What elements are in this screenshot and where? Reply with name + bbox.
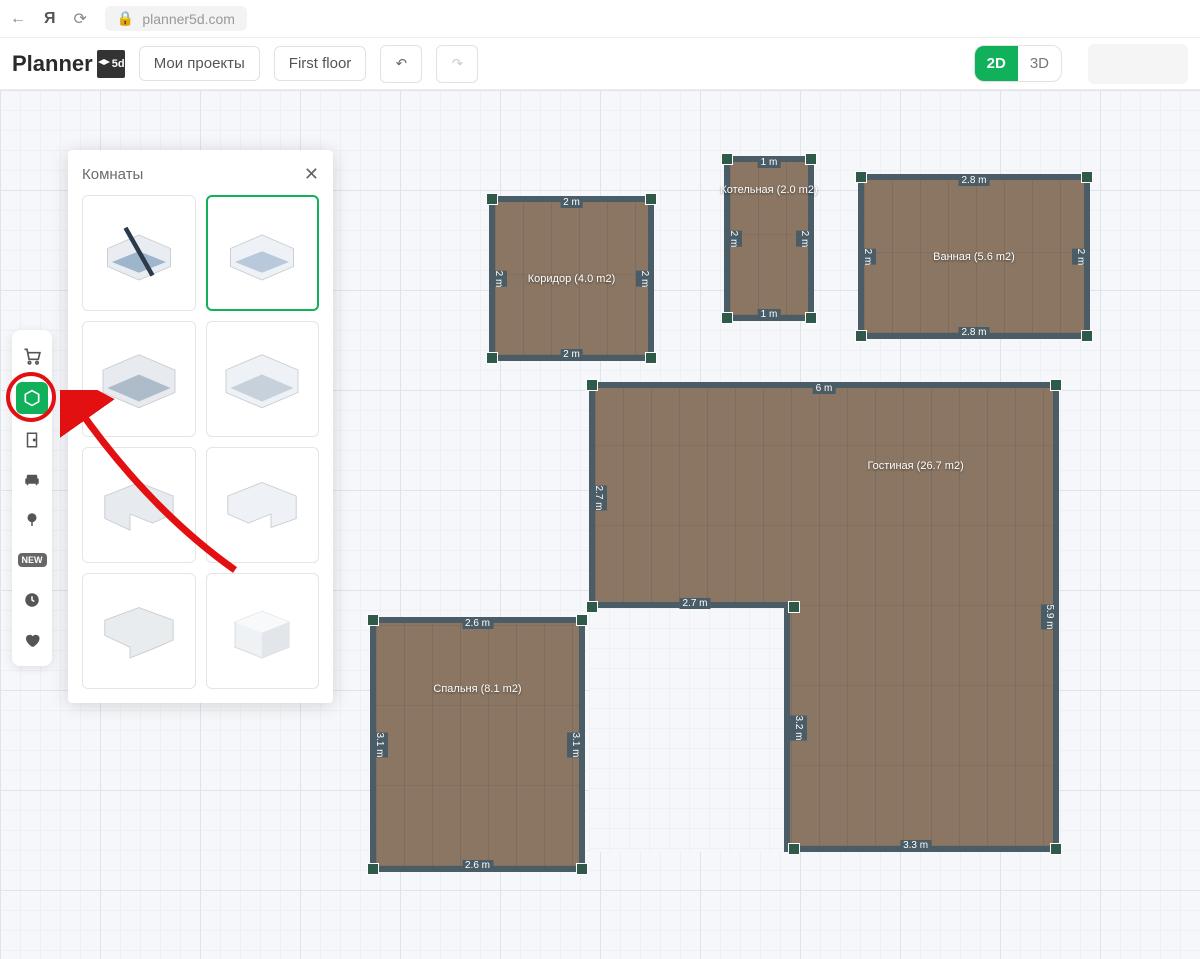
view-2d[interactable]: 2D [975, 46, 1018, 81]
room-living[interactable]: Гостиная (26.7 m2) 6 m 3.3 m 2.7 m 2.7 m… [589, 382, 1059, 852]
user-area[interactable] [1088, 44, 1188, 84]
view-toggle: 2D 3D [974, 45, 1062, 82]
floor-select[interactable]: First floor [274, 46, 367, 81]
dim-left: 2.7 m [590, 485, 607, 510]
dim-bot: 2.8 m [958, 327, 989, 338]
view-3d[interactable]: 3D [1018, 46, 1061, 81]
logo-text: Planner [12, 51, 93, 77]
app-header: Planner 5d Мои проекты First floor ↶ ↷ 2… [0, 38, 1200, 90]
workspace: Коридор (4.0 m2) 2 m 2 m 2 m 2 m Котельн… [0, 90, 1200, 959]
redo-button[interactable]: ↷ [436, 45, 478, 83]
room-shape-l3[interactable] [82, 573, 196, 689]
yandex-icon[interactable]: Я [44, 10, 56, 28]
dim-top: 1 m [758, 157, 781, 168]
address-bar[interactable]: 🔒 planner5d.com [105, 6, 247, 31]
living-cutout [589, 602, 790, 852]
new-badge[interactable]: NEW [18, 546, 46, 574]
room-label: Гостиная (26.7 m2) [867, 460, 963, 472]
room-label: Ванная (5.6 m2) [933, 251, 1015, 263]
room-shape-cube[interactable] [206, 573, 320, 689]
dim-bot: 2 m [560, 349, 583, 360]
room-shape-rect1[interactable] [82, 321, 196, 437]
lock-icon: 🔒 [117, 10, 134, 27]
panel-title: Комнаты [82, 166, 143, 183]
my-projects-button[interactable]: Мои проекты [139, 46, 260, 81]
room-shape-rect2[interactable] [206, 321, 320, 437]
dim-bot: 1 m [758, 309, 781, 320]
dim-right: 5.9 m [1041, 604, 1058, 629]
rooms-panel: Комнаты ✕ [68, 150, 333, 703]
dim-right: 2 m [1072, 248, 1089, 265]
room-shape-l1[interactable] [82, 447, 196, 563]
dim-top: 2.6 m [462, 618, 493, 629]
dim-right: 2 m [796, 230, 813, 247]
furniture-icon[interactable] [18, 466, 46, 494]
browser-bar: ← Я ⟳ 🔒 planner5d.com [0, 0, 1200, 38]
dim-left: 2 m [859, 248, 876, 265]
dim-top: 2.8 m [958, 175, 989, 186]
dim-right: 2 m [636, 270, 653, 287]
close-icon[interactable]: ✕ [304, 164, 319, 185]
dim-top: 2 m [560, 197, 583, 208]
left-toolbar: NEW [12, 330, 52, 666]
undo-button[interactable]: ↶ [380, 45, 422, 83]
reload-icon[interactable]: ⟳ [74, 9, 87, 29]
room-shape-freeform[interactable] [82, 195, 196, 311]
url-text: planner5d.com [142, 11, 235, 27]
room-corridor[interactable]: Коридор (4.0 m2) 2 m 2 m 2 m 2 m [489, 196, 654, 361]
doors-icon[interactable] [18, 426, 46, 454]
room-boiler[interactable]: Котельная (2.0 m2) 1 m 1 m 2 m 2 m [724, 156, 814, 321]
dim-left: 3.1 m [371, 732, 388, 757]
dim-left: 2 m [490, 270, 507, 287]
shop-icon[interactable] [18, 342, 46, 370]
plants-icon[interactable] [18, 506, 46, 534]
room-label: Коридор (4.0 m2) [528, 273, 615, 285]
back-icon[interactable]: ← [10, 10, 26, 28]
room-bedroom[interactable]: Спальня (8.1 m2) 2.6 m 2.6 m 3.1 m 3.1 m [370, 617, 585, 872]
dim-right: 3.1 m [567, 732, 584, 757]
dim-left: 2 m [725, 230, 742, 247]
dim-bot: 2.6 m [462, 860, 493, 871]
rooms-icon[interactable] [16, 382, 48, 414]
dim-cut-h: 3.2 m [790, 715, 807, 740]
room-label: Спальня (8.1 m2) [433, 683, 521, 695]
logo[interactable]: Planner 5d [12, 50, 125, 78]
dim-top: 6 m [813, 383, 836, 394]
room-bath[interactable]: Ванная (5.6 m2) 2.8 m 2.8 m 2 m 2 m [858, 174, 1090, 339]
heart-icon[interactable] [18, 626, 46, 654]
room-label: Котельная (2.0 m2) [720, 184, 817, 196]
dim-cut-w: 2.7 m [679, 598, 710, 609]
room-shape-square[interactable] [206, 195, 320, 311]
logo-badge: 5d [97, 50, 125, 78]
clock-icon[interactable] [18, 586, 46, 614]
room-shape-l2[interactable] [206, 447, 320, 563]
dim-bot: 3.3 m [900, 840, 931, 851]
